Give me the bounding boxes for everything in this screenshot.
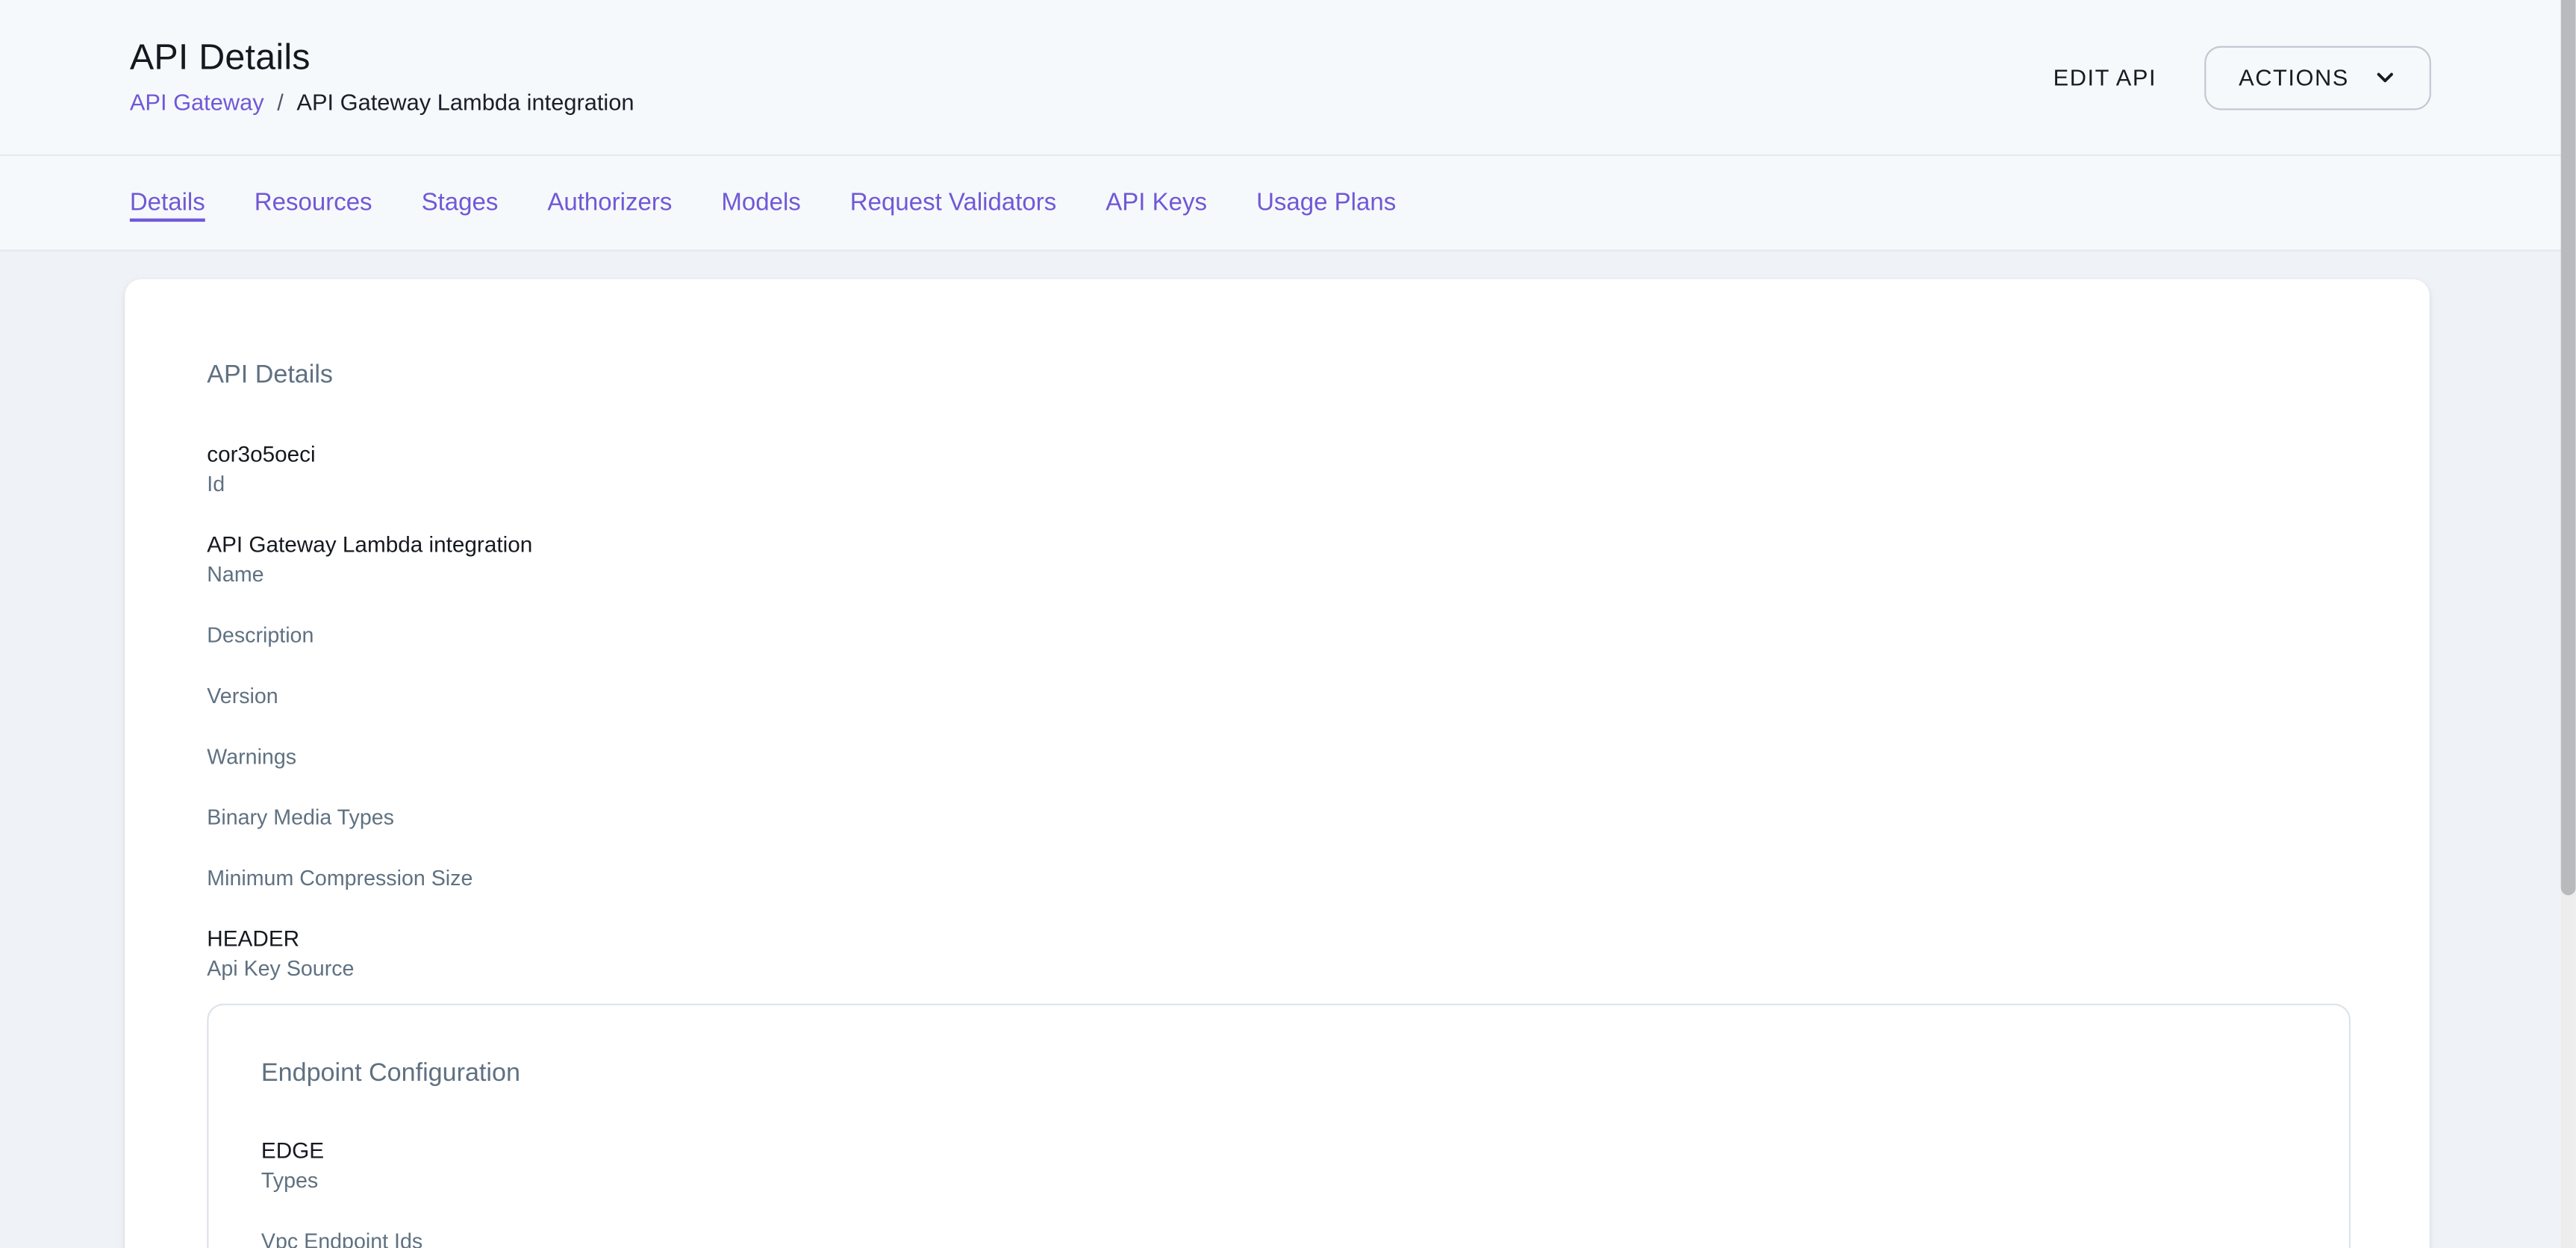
vertical-scrollbar[interactable] <box>2561 0 2576 1248</box>
field-types: EDGE Types <box>261 1137 2297 1194</box>
field-warnings: Warnings <box>207 743 2351 770</box>
field-api-key-source-label: Api Key Source <box>207 955 2351 982</box>
api-details-section-title: API Details <box>207 361 2351 391</box>
scrollbar-thumb[interactable] <box>2561 0 2576 895</box>
field-types-value: EDGE <box>261 1137 2297 1164</box>
field-name: API Gateway Lambda integration Name <box>207 531 2351 588</box>
endpoint-configuration-section-title: Endpoint Configuration <box>261 1059 2297 1089</box>
field-binary-media-types: Binary Media Types <box>207 803 2351 831</box>
title-block: API Details API Gateway / API Gateway La… <box>130 38 634 117</box>
field-vpc-endpoint-ids-label: Vpc Endpoint Ids <box>261 1227 2297 1248</box>
field-description: Description <box>207 621 2351 649</box>
main-content: API Details cor3o5oeci Id API Gateway La… <box>0 253 2576 1248</box>
field-binary-media-types-label: Binary Media Types <box>207 803 2351 831</box>
field-warnings-label: Warnings <box>207 743 2351 770</box>
field-id-label: Id <box>207 469 2351 497</box>
field-version-label: Version <box>207 681 2351 709</box>
field-version: Version <box>207 681 2351 709</box>
page-header: API Details API Gateway / API Gateway La… <box>0 0 2576 156</box>
breadcrumb-current: API Gateway Lambda integration <box>296 89 634 116</box>
actions-button-label: ACTIONS <box>2239 64 2349 90</box>
breadcrumb-link-api-gateway[interactable]: API Gateway <box>130 89 264 116</box>
header-actions: EDIT API ACTIONS <box>2050 46 2431 110</box>
field-description-label: Description <box>207 621 2351 649</box>
field-minimum-compression-size: Minimum Compression Size <box>207 864 2351 892</box>
page-title: API Details <box>130 38 634 78</box>
field-api-key-source: HEADER Api Key Source <box>207 925 2351 982</box>
chevron-down-icon <box>2374 66 2397 89</box>
tab-request-validators[interactable]: Request Validators <box>850 188 1056 218</box>
tab-bar: Details Resources Stages Authorizers Mod… <box>0 156 2576 252</box>
tab-details[interactable]: Details <box>130 188 205 218</box>
tab-usage-plans[interactable]: Usage Plans <box>1256 188 1396 218</box>
tab-stages[interactable]: Stages <box>422 188 499 218</box>
tab-authorizers[interactable]: Authorizers <box>547 188 672 218</box>
field-id: cor3o5oeci Id <box>207 440 2351 498</box>
breadcrumb-separator: / <box>277 89 284 116</box>
field-name-value: API Gateway Lambda integration <box>207 531 2351 558</box>
api-details-page: API Details API Gateway / API Gateway La… <box>0 0 2576 1248</box>
field-minimum-compression-size-label: Minimum Compression Size <box>207 864 2351 892</box>
tab-models[interactable]: Models <box>721 188 800 218</box>
api-details-card: API Details cor3o5oeci Id API Gateway La… <box>125 279 2429 1248</box>
tab-resources[interactable]: Resources <box>255 188 372 218</box>
breadcrumb: API Gateway / API Gateway Lambda integra… <box>130 89 634 116</box>
field-name-label: Name <box>207 560 2351 587</box>
field-id-value: cor3o5oeci <box>207 440 2351 468</box>
actions-button[interactable]: ACTIONS <box>2204 46 2431 110</box>
edit-api-button[interactable]: EDIT API <box>2050 51 2159 103</box>
field-types-label: Types <box>261 1166 2297 1194</box>
endpoint-configuration-card: Endpoint Configuration EDGE Types Vpc En… <box>207 1004 2351 1248</box>
tab-api-keys[interactable]: API Keys <box>1105 188 1207 218</box>
field-vpc-endpoint-ids: Vpc Endpoint Ids <box>261 1227 2297 1248</box>
field-api-key-source-value: HEADER <box>207 925 2351 952</box>
